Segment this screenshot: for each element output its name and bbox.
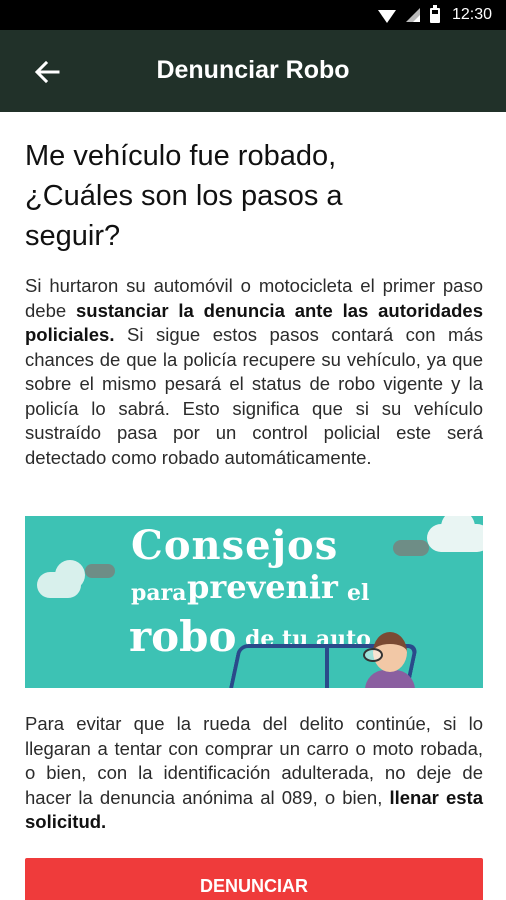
denunciar-button[interactable]: DENUNCIAR bbox=[25, 858, 483, 900]
cloud-decoration bbox=[85, 564, 115, 578]
article-heading: Me vehículo fue robado, ¿Cuáles son los … bbox=[25, 140, 343, 252]
status-time: 12:30 bbox=[451, 6, 492, 23]
banner-title-word: prevenir bbox=[187, 568, 338, 606]
article: Me vehículo fue robado, ¿Cuáles son los … bbox=[25, 112, 483, 470]
signal-icon bbox=[405, 8, 420, 22]
article-paragraph-2: Para evitar que la rueda del delito cont… bbox=[25, 712, 483, 835]
banner-title-line1: Consejos bbox=[131, 522, 339, 569]
glasses-illustration bbox=[363, 648, 383, 662]
status-bar: 12:30 bbox=[0, 0, 506, 30]
page-title: Denunciar Robo bbox=[156, 56, 350, 84]
article-paragraph-1: Si hurtaron su automóvil o motocicleta e… bbox=[25, 274, 483, 470]
battery-icon bbox=[429, 4, 440, 23]
car-pillar-illustration bbox=[325, 646, 329, 688]
cloud-decoration bbox=[393, 540, 429, 556]
banner-title-word: robo bbox=[129, 612, 237, 661]
paragraph-text: Si sigue estos pasos contará con más cha… bbox=[25, 324, 483, 468]
cloud-decoration bbox=[37, 560, 85, 598]
wifi-icon bbox=[377, 9, 396, 23]
app-bar: Denunciar Robo bbox=[0, 30, 506, 112]
tips-banner-image: Consejos para prevenir el robo de tu aut… bbox=[25, 516, 483, 688]
cloud-decoration bbox=[427, 516, 483, 552]
banner-title-word: el bbox=[347, 580, 370, 606]
banner-title-word: para bbox=[131, 580, 187, 606]
